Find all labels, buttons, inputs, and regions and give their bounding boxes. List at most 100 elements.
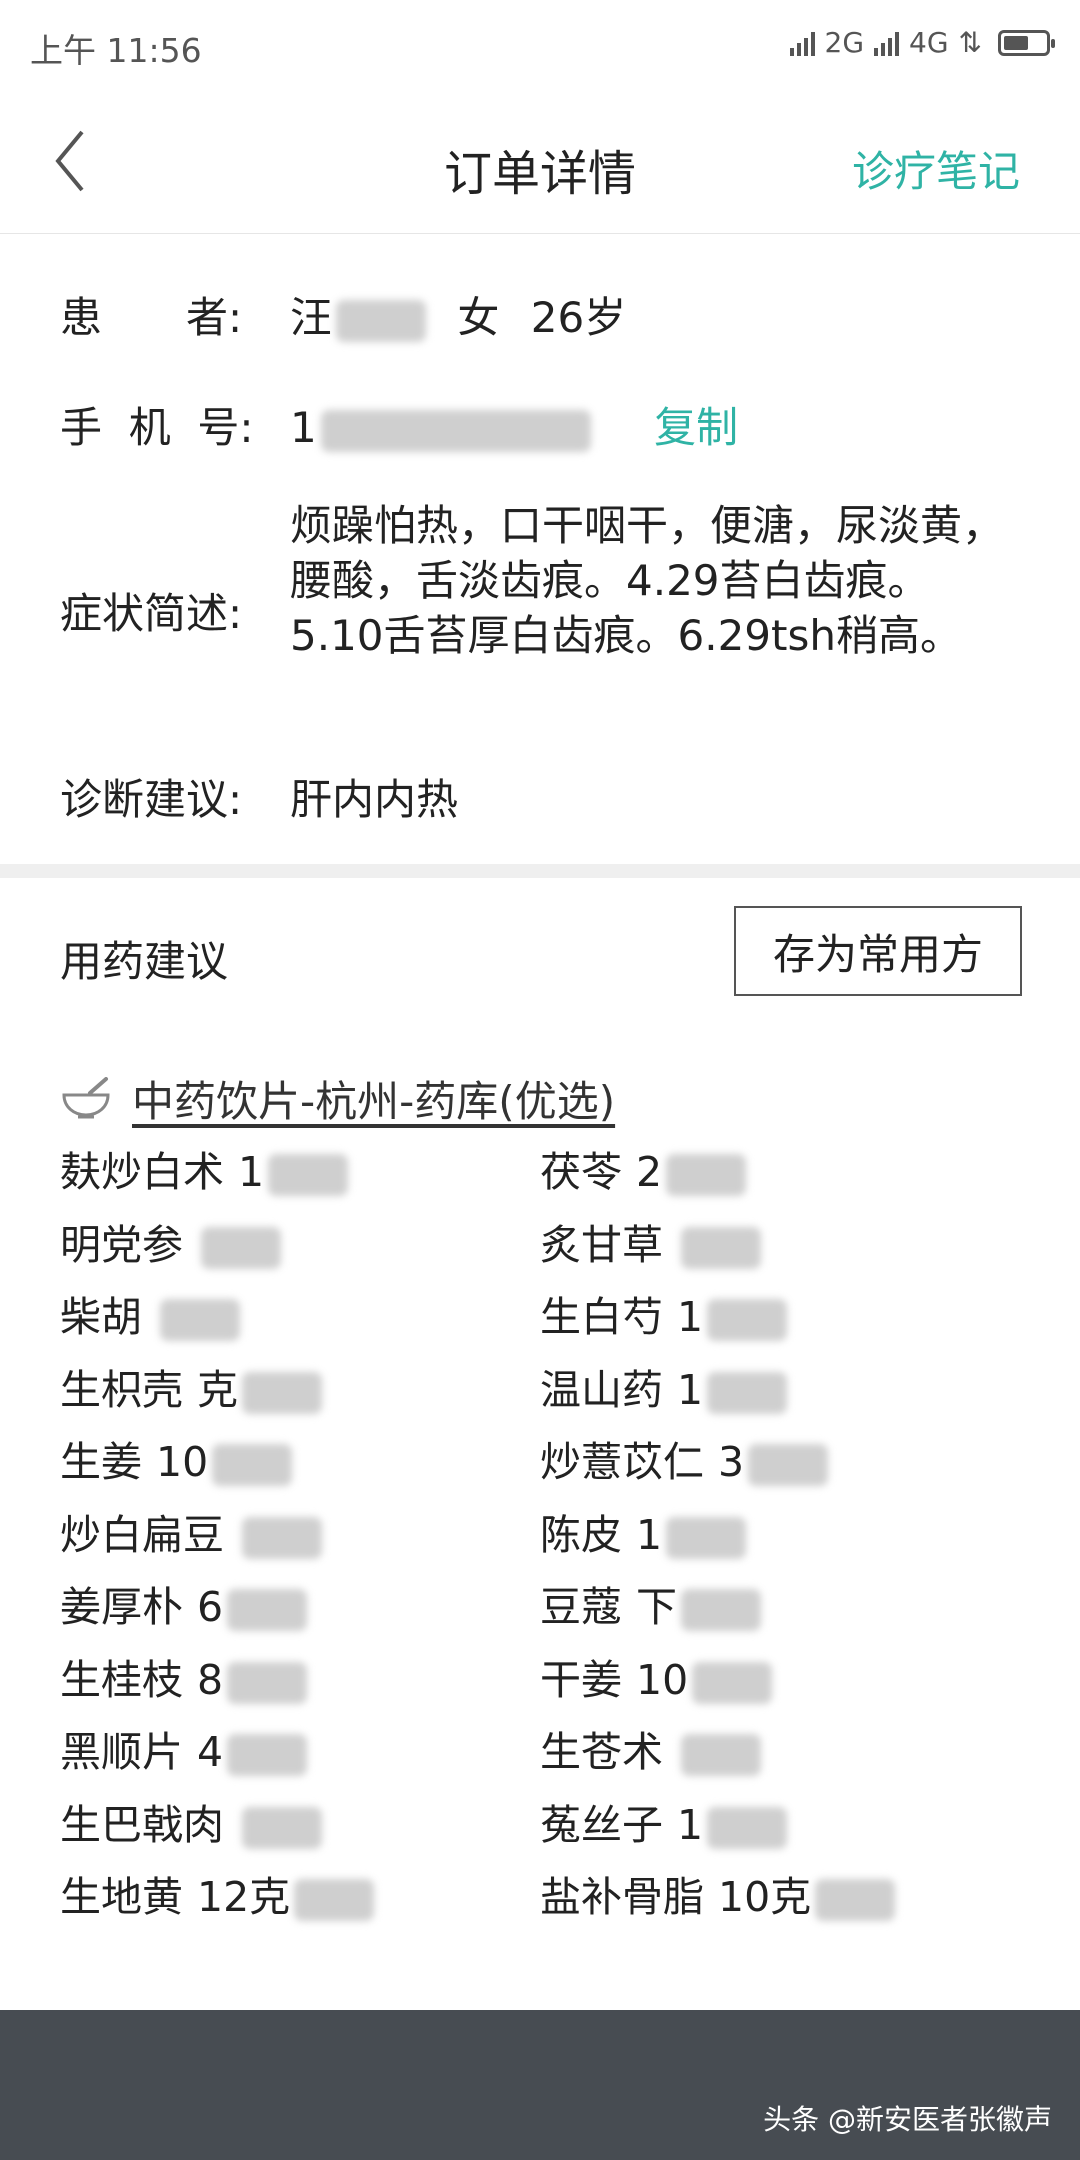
- herb-item-right: 炒薏苡仁 3: [540, 1428, 829, 1488]
- herb-item-left: 生姜 10: [60, 1428, 293, 1488]
- phone-value: 1 复制: [290, 394, 738, 455]
- herb-name: 柴胡: [60, 1293, 142, 1341]
- herb-item-right: 菟丝子 1: [540, 1791, 788, 1851]
- redacted-amount: [681, 1589, 761, 1631]
- redacted-amount: [227, 1589, 308, 1631]
- herb-amount: 下: [636, 1583, 677, 1631]
- herb-name: 豆蔻: [540, 1583, 622, 1631]
- herb-amount: 1: [677, 1293, 704, 1341]
- herb-name: 黑顺片: [60, 1728, 183, 1776]
- signal-icon: [874, 30, 900, 56]
- herb-name: 明党参: [60, 1220, 183, 1269]
- redacted-amount: [748, 1444, 829, 1486]
- herb-item-left: 生枳壳克: [60, 1356, 322, 1416]
- herb-amount: 克: [197, 1365, 238, 1414]
- herb-name: 陈皮: [540, 1510, 622, 1559]
- herb-name: 姜厚朴: [60, 1583, 183, 1631]
- herb-item-left: 柴胡: [60, 1283, 240, 1343]
- bottom-bar: 头条 @新安医者张徽声: [0, 2010, 1080, 2160]
- herb-name: 生枳壳: [60, 1365, 183, 1414]
- herb-item-right: 豆蔻下: [540, 1573, 761, 1633]
- redacted-amount: [666, 1516, 747, 1559]
- herb-name: 麸炒白术: [60, 1148, 224, 1196]
- herb-name: 炒白扁豆: [60, 1510, 224, 1559]
- redacted-amount: [707, 1299, 788, 1341]
- patient-name: 汪: [290, 293, 333, 342]
- herb-amount: 4: [197, 1728, 224, 1776]
- network-label-2g: 2G: [824, 26, 865, 59]
- herb-amount: 10: [156, 1438, 209, 1486]
- herb-amount: 8: [197, 1655, 224, 1704]
- herb-item-right: 干姜 10: [540, 1646, 773, 1706]
- herb-item-left: 炒白扁豆: [60, 1501, 322, 1561]
- redacted-amount: [666, 1154, 747, 1196]
- pharmacy-link: 中药饮片-杭州-药库(优选): [132, 1077, 616, 1126]
- medication-section: 用药建议 存为常用方 中药饮片-杭州-药库(优选) 麸炒白术 1 明党参柴胡生枳壳克…: [0, 878, 1080, 2010]
- symptom-label: 症状简述:: [60, 589, 243, 638]
- herb-amount: 10: [636, 1655, 689, 1704]
- herb-item-right: 陈皮 1: [540, 1501, 747, 1561]
- herb-item-right: 炙甘草: [540, 1211, 761, 1271]
- redacted-amount: [268, 1154, 349, 1196]
- symptom-text: 烦躁怕热，口干咽干，便溏，尿淡黄，腰酸，舌淡齿痕。4.29苔白齿痕。5.10舌苔…: [290, 501, 1005, 660]
- herb-item-right: 生苍术: [540, 1718, 761, 1778]
- herb-name: 茯苓: [540, 1148, 622, 1196]
- battery-icon: [998, 29, 1055, 56]
- herb-name: 生姜: [60, 1438, 142, 1486]
- herb-amount: 2: [636, 1148, 663, 1196]
- herb-amount: 1: [636, 1510, 663, 1559]
- redacted-amount: [227, 1661, 308, 1704]
- save-as-common-prescription-button[interactable]: 存为常用方: [734, 906, 1022, 996]
- herb-item-right: 生白芍 1: [540, 1283, 788, 1343]
- herb-item-right: 盐补骨脂 10克: [540, 1863, 896, 1923]
- data-transfer-icon: ⇅: [958, 26, 982, 59]
- status-time: 上午 11:56: [30, 31, 202, 70]
- herb-amount: 1: [238, 1148, 265, 1196]
- redacted-amount: [294, 1879, 375, 1921]
- pharmacy-link-row[interactable]: 中药饮片-杭州-药库(优选): [60, 1068, 615, 1129]
- herb-name: 温山药: [540, 1365, 663, 1414]
- patient-info-section: 患 者: 汪 女 26岁 手 机 号: 1 复制 症状简述: 烦躁怕热，口干咽干…: [0, 234, 1080, 864]
- herb-item-left: 姜厚朴 6: [60, 1573, 308, 1633]
- signal-icon: [789, 30, 815, 56]
- redacted-amount: [692, 1661, 773, 1704]
- status-bar: 上午 11:56 2G 4G ⇅: [0, 0, 1080, 96]
- nav-bar: 订单详情 诊疗笔记: [0, 96, 1080, 234]
- herb-name: 菟丝子: [540, 1800, 663, 1849]
- redacted-amount: [242, 1806, 322, 1849]
- herb-amount: 1: [677, 1365, 704, 1414]
- patient-name-value: 汪 女 26岁: [290, 284, 626, 345]
- herb-item-right: 茯苓 2: [540, 1138, 747, 1198]
- network-label-4g: 4G: [909, 26, 949, 59]
- redacted-amount: [242, 1516, 322, 1559]
- herb-amount: 1: [677, 1800, 704, 1849]
- battery-level: [1004, 35, 1028, 50]
- herb-name: 生桂枝: [60, 1655, 183, 1704]
- herb-item-left: 生巴戟肉: [60, 1791, 322, 1851]
- herb-amount: 6: [197, 1583, 224, 1631]
- herb-name: 炙甘草: [540, 1220, 663, 1269]
- herb-name: 生白芍: [540, 1293, 663, 1341]
- patient-name-label: 患 者:: [60, 293, 243, 342]
- medication-title: 用药建议: [60, 937, 229, 986]
- herb-name: 干姜: [540, 1655, 622, 1704]
- redacted-phone: [320, 409, 591, 452]
- herb-amount: 10克: [718, 1873, 812, 1921]
- herb-item-left: 明党参: [60, 1211, 281, 1271]
- section-divider: [0, 864, 1080, 878]
- redacted-amount: [201, 1226, 281, 1269]
- redacted-amount: [227, 1734, 308, 1776]
- redacted-amount: [707, 1371, 788, 1414]
- herb-item-right: 温山药 1: [540, 1356, 788, 1416]
- treatment-notes-link[interactable]: 诊疗笔记: [852, 138, 1020, 199]
- herb-item-left: 麸炒白术 1: [60, 1138, 349, 1198]
- herb-amount: 3: [718, 1438, 745, 1486]
- redacted-amount: [707, 1806, 788, 1849]
- copy-phone-button[interactable]: 复制: [654, 403, 738, 452]
- herb-item-left: 生桂枝 8: [60, 1646, 308, 1706]
- redacted-amount: [815, 1879, 896, 1921]
- watermark: 头条 @新安医者张徽声: [763, 2103, 1052, 2136]
- herb-name: 生地黄: [60, 1873, 183, 1921]
- herb-name: 炒薏苡仁: [540, 1438, 704, 1486]
- patient-gender: 女: [457, 293, 500, 342]
